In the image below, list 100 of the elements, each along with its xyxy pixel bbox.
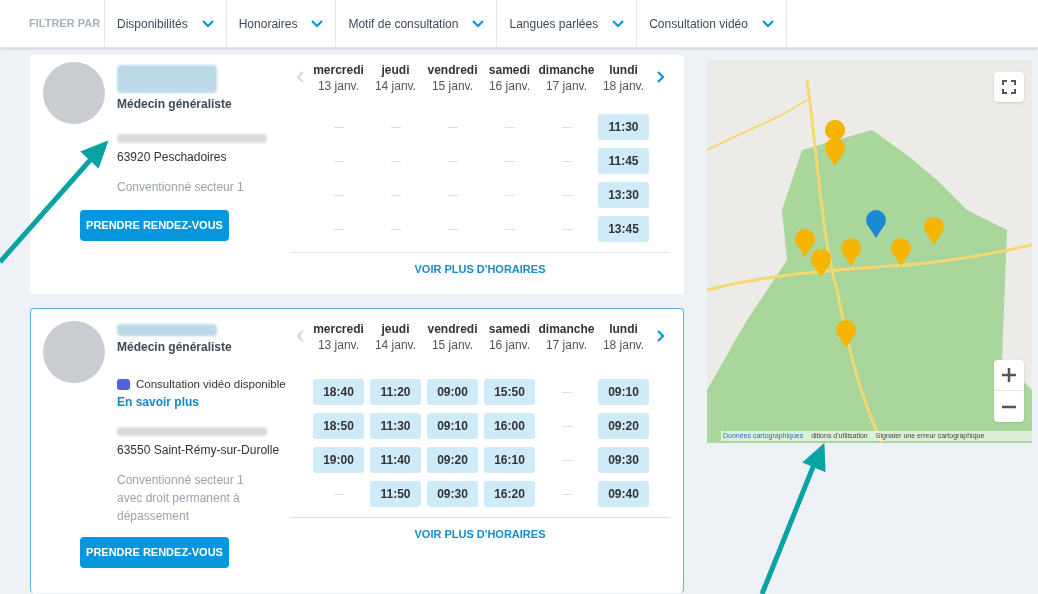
time-slot[interactable]: 13:30 [598, 182, 649, 208]
day-date: 14 janv. [374, 337, 417, 353]
learn-more-link[interactable]: En savoir plus [117, 393, 286, 411]
day-name: samedi [488, 321, 531, 337]
day-name: mercredi [313, 62, 364, 78]
time-slot[interactable]: 11:45 [598, 148, 649, 174]
time-slot[interactable]: 13:45 [598, 216, 649, 242]
fullscreen-icon [1002, 80, 1016, 94]
filter-dropdown[interactable]: Honoraires [225, 0, 336, 47]
time-slot[interactable]: 09:40 [598, 481, 649, 507]
filter-dropdown[interactable]: Motif de consultation [335, 0, 497, 47]
day-date: 15 janv. [431, 78, 474, 94]
chevron-down-icon [311, 19, 324, 28]
day-name: lundi [609, 321, 638, 337]
city-text: 63920 Peschadoires [117, 149, 228, 166]
unavailable-dash [504, 194, 515, 196]
unavailable-dash [561, 160, 572, 162]
time-slot[interactable]: 11:30 [370, 413, 421, 439]
unavailable-dash [390, 194, 401, 196]
unavailable-dash [390, 228, 401, 230]
time-slot[interactable]: 11:50 [370, 481, 421, 507]
chevron-left-icon [296, 330, 304, 342]
more-times-link[interactable]: VOIR PLUS D'HORAIRES [414, 526, 546, 543]
day-date: 18 janv. [602, 337, 645, 353]
filter-dropdown[interactable]: Disponibilités [104, 0, 226, 47]
day-name: dimanche [538, 321, 595, 337]
time-slot[interactable]: 19:00 [313, 447, 364, 473]
time-slot[interactable]: 11:20 [370, 379, 421, 405]
time-slot[interactable]: 09:30 [598, 447, 649, 473]
day-name: jeudi [381, 321, 410, 337]
unavailable-dash [447, 194, 458, 196]
unavailable-dash [390, 160, 401, 162]
day-date: 16 janv. [488, 78, 531, 94]
day-name: vendredi [427, 62, 478, 78]
unavailable-dash [333, 160, 344, 162]
day-name: samedi [488, 62, 531, 78]
day-name: mercredi [313, 321, 364, 337]
unavailable-dash [333, 493, 344, 495]
time-slot[interactable]: 11:30 [598, 114, 649, 140]
convention-text: Conventionné secteur 1 [117, 179, 245, 196]
time-slot[interactable]: 09:20 [427, 447, 478, 473]
unavailable-dash [504, 160, 515, 162]
unavailable-dash [561, 194, 572, 196]
chevron-down-icon [761, 19, 774, 28]
chevron-down-icon [472, 19, 485, 28]
day-date: 13 janv. [317, 337, 360, 353]
unavailable-dash [561, 126, 572, 128]
time-slot[interactable]: 09:10 [427, 413, 478, 439]
unavailable-dash [333, 194, 344, 196]
chevron-right-icon [657, 71, 665, 83]
time-slot[interactable]: 09:30 [427, 481, 478, 507]
unavailable-dash [447, 228, 458, 230]
time-slot[interactable]: 16:00 [484, 413, 535, 439]
day-date: 18 janv. [602, 78, 645, 94]
day-name: lundi [609, 62, 638, 78]
chevron-down-icon [201, 19, 214, 28]
video-availability-text: Consultation vidéo disponible [136, 377, 286, 392]
time-slot[interactable]: 09:00 [427, 379, 478, 405]
city-text: 63550 Saint-Rémy-sur-Durolle [117, 442, 281, 459]
time-slot[interactable]: 09:20 [598, 413, 649, 439]
day-name: jeudi [381, 62, 410, 78]
time-slot[interactable]: 18:40 [313, 379, 364, 405]
chevron-down-icon [612, 19, 625, 28]
unavailable-dash [561, 425, 572, 427]
day-date: 16 janv. [488, 337, 531, 353]
unavailable-dash [447, 160, 458, 162]
filter-dropdown[interactable]: Consultation vidéo [636, 0, 787, 47]
unavailable-dash [504, 228, 515, 230]
day-date: 14 janv. [374, 78, 417, 94]
day-date: 13 janv. [317, 78, 360, 94]
plus-icon [1002, 368, 1016, 382]
unavailable-dash [333, 228, 344, 230]
unavailable-dash [504, 126, 515, 128]
day-date: 17 janv. [545, 78, 588, 94]
convention-text: Conventionné secteur 1 avec droit permanent à dépassement [117, 472, 245, 525]
time-slot[interactable]: 18:50 [313, 413, 364, 439]
unavailable-dash [561, 493, 572, 495]
filter-dropdown[interactable]: Langues parlées [496, 0, 637, 47]
fullscreen-button[interactable] [994, 72, 1024, 102]
specialty-text: Médecin généraliste [117, 96, 233, 113]
unavailable-dash [561, 459, 572, 461]
time-slot[interactable]: 15:50 [484, 379, 535, 405]
unavailable-dash [390, 126, 401, 128]
more-times-link[interactable]: VOIR PLUS D'HORAIRES [414, 261, 546, 278]
day-date: 15 janv. [431, 337, 474, 353]
time-slot[interactable]: 16:20 [484, 481, 535, 507]
time-slot[interactable]: 16:10 [484, 447, 535, 473]
chevron-right-icon [657, 330, 665, 342]
day-name: dimanche [538, 62, 595, 78]
unavailable-dash [561, 228, 572, 230]
time-slot[interactable]: 09:10 [598, 379, 649, 405]
day-name: vendredi [427, 321, 478, 337]
minus-icon [1002, 404, 1016, 409]
chevron-left-icon [296, 71, 304, 83]
specialty-text: Médecin généraliste [117, 339, 233, 356]
day-date: 17 janv. [545, 337, 588, 353]
time-slot[interactable]: 11:40 [370, 447, 421, 473]
unavailable-dash [333, 126, 344, 128]
unavailable-dash [561, 391, 572, 393]
filter-label: FILTRER PAR [28, 16, 102, 32]
